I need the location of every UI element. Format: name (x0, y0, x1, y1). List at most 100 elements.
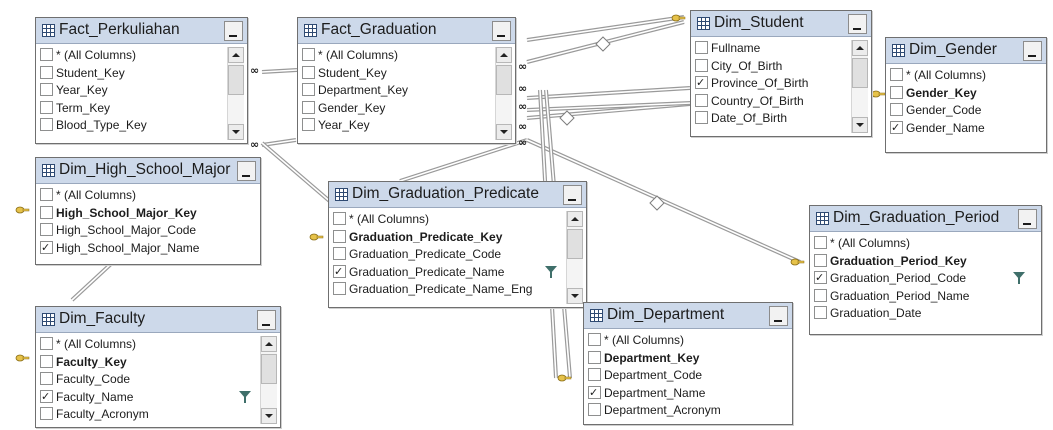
column-checkbox[interactable] (40, 223, 53, 236)
column-row[interactable]: Gender_Code (889, 102, 1042, 120)
minimize-button[interactable] (224, 21, 243, 41)
scrollbar[interactable] (851, 40, 868, 133)
table-header[interactable]: Dim_Gender (886, 38, 1046, 64)
column-checkbox[interactable] (588, 350, 601, 364)
column-checkbox[interactable] (40, 205, 53, 219)
column-row[interactable]: Faculty_Key (39, 354, 260, 372)
column-checkbox[interactable] (40, 188, 53, 201)
column-checkbox[interactable] (40, 388, 53, 405)
column-row[interactable]: Country_Of_Birth (694, 93, 851, 111)
column-row[interactable]: Graduation_Period_Code (813, 269, 1037, 288)
column-row[interactable]: * (All Columns) (39, 187, 256, 205)
column-row[interactable]: Graduation_Predicate_Name (332, 263, 566, 282)
column-row[interactable]: Department_Key (301, 82, 495, 100)
column-row[interactable]: High_School_Major_Name (39, 239, 256, 258)
scroll-thumb[interactable] (228, 65, 244, 95)
column-checkbox[interactable] (814, 288, 827, 302)
relationship-line[interactable] (526, 86, 691, 100)
column-row[interactable]: Faculty_Acronym (39, 406, 260, 424)
scroll-down-arrow-icon[interactable] (228, 124, 244, 140)
table-fact-perkuliahan[interactable]: Fact_Perkuliahan * (All Columns) Student_K… (35, 17, 248, 144)
column-row[interactable]: High_School_Major_Key (39, 205, 256, 223)
column-checkbox[interactable] (695, 41, 708, 54)
column-row[interactable]: * (All Columns) (587, 332, 788, 350)
table-header[interactable]: Dim_Graduation_Period (810, 206, 1041, 232)
table-dim-graduation-period[interactable]: Dim_Graduation_Period * (All Columns) Grad… (809, 205, 1042, 335)
column-row[interactable]: Graduation_Date (813, 305, 1037, 323)
minimize-button[interactable] (237, 161, 256, 181)
column-row[interactable]: Gender_Key (889, 85, 1042, 103)
column-row[interactable]: Date_Of_Birth (694, 110, 851, 128)
column-row[interactable]: Faculty_Name (39, 388, 260, 407)
scrollbar[interactable] (566, 211, 583, 304)
scroll-down-arrow-icon[interactable] (261, 408, 277, 424)
table-dim-student[interactable]: Dim_Student Fullname City_Of_Birth Province… (690, 10, 872, 137)
relationship-line[interactable] (261, 138, 297, 147)
table-header[interactable]: Dim_High_School_Major (36, 158, 260, 184)
column-row[interactable]: Blood_Type_Key (39, 117, 227, 135)
scroll-thumb[interactable] (852, 58, 868, 88)
scroll-down-arrow-icon[interactable] (496, 124, 512, 140)
column-row[interactable]: Graduation_Period_Name (813, 288, 1037, 306)
column-checkbox[interactable] (814, 253, 827, 267)
scroll-up-arrow-icon[interactable] (852, 40, 868, 56)
table-fact-graduation[interactable]: Fact_Graduation * (All Columns) Student_Ke… (297, 17, 516, 144)
column-row[interactable]: Graduation_Predicate_Code (332, 246, 566, 264)
column-row[interactable]: City_Of_Birth (694, 58, 851, 76)
table-header[interactable]: Dim_Faculty (36, 307, 280, 333)
column-checkbox[interactable] (40, 118, 53, 131)
relationship-line[interactable] (70, 261, 114, 302)
column-checkbox[interactable] (333, 229, 346, 243)
column-checkbox[interactable] (588, 333, 601, 346)
column-checkbox[interactable] (890, 85, 903, 99)
column-checkbox[interactable] (302, 83, 315, 96)
column-checkbox[interactable] (333, 263, 346, 280)
column-checkbox[interactable] (890, 68, 903, 81)
scroll-up-arrow-icon[interactable] (496, 47, 512, 63)
column-row[interactable]: * (All Columns) (301, 47, 495, 65)
scroll-up-arrow-icon[interactable] (261, 336, 277, 352)
column-row[interactable]: * (All Columns) (813, 235, 1037, 253)
column-row[interactable]: Year_Key (301, 117, 495, 135)
scroll-thumb[interactable] (567, 229, 583, 259)
table-header[interactable]: Dim_Department (584, 303, 792, 329)
column-checkbox[interactable] (814, 236, 827, 249)
table-header[interactable]: Fact_Perkuliahan (36, 18, 247, 44)
scrollbar[interactable] (227, 47, 244, 140)
column-checkbox[interactable] (890, 103, 903, 116)
table-header[interactable]: Dim_Student (691, 11, 871, 37)
scroll-thumb[interactable] (261, 354, 277, 384)
column-checkbox[interactable] (814, 306, 827, 319)
column-checkbox[interactable] (40, 354, 53, 368)
column-checkbox[interactable] (302, 65, 315, 79)
column-checkbox[interactable] (814, 269, 827, 287)
column-row[interactable]: Student_Key (39, 65, 227, 83)
column-checkbox[interactable] (333, 247, 346, 260)
column-row[interactable]: Department_Code (587, 367, 788, 385)
table-dim-graduation-predicate[interactable]: Dim_Graduation_Predicate * (All Columns) G… (328, 181, 587, 308)
column-row[interactable]: Gender_Key (301, 100, 495, 118)
column-row[interactable]: Department_Key (587, 350, 788, 368)
column-row[interactable]: * (All Columns) (889, 67, 1042, 85)
table-dim-faculty[interactable]: Dim_Faculty * (All Columns) Faculty_Key Fac… (35, 306, 281, 428)
relationship-line[interactable] (399, 138, 528, 183)
column-row[interactable]: Year_Key (39, 82, 227, 100)
column-checkbox[interactable] (695, 93, 708, 107)
column-checkbox[interactable] (695, 74, 708, 92)
column-checkbox[interactable] (40, 239, 53, 256)
column-row[interactable]: Graduation_Predicate_Name_Eng (332, 281, 566, 299)
column-row[interactable]: Gender_Name (889, 119, 1042, 138)
column-row[interactable]: Graduation_Period_Key (813, 253, 1037, 271)
minimize-button[interactable] (492, 21, 511, 41)
scroll-down-arrow-icon[interactable] (852, 117, 868, 133)
column-checkbox[interactable] (302, 100, 315, 114)
column-row[interactable]: Term_Key (39, 100, 227, 118)
column-checkbox[interactable] (588, 384, 601, 401)
column-row[interactable]: Graduation_Predicate_Key (332, 229, 566, 247)
column-checkbox[interactable] (588, 368, 601, 381)
table-header[interactable]: Dim_Graduation_Predicate (329, 182, 586, 208)
column-checkbox[interactable] (333, 212, 346, 225)
relationship-line[interactable] (261, 68, 298, 74)
column-checkbox[interactable] (695, 111, 708, 124)
column-checkbox[interactable] (40, 83, 53, 96)
